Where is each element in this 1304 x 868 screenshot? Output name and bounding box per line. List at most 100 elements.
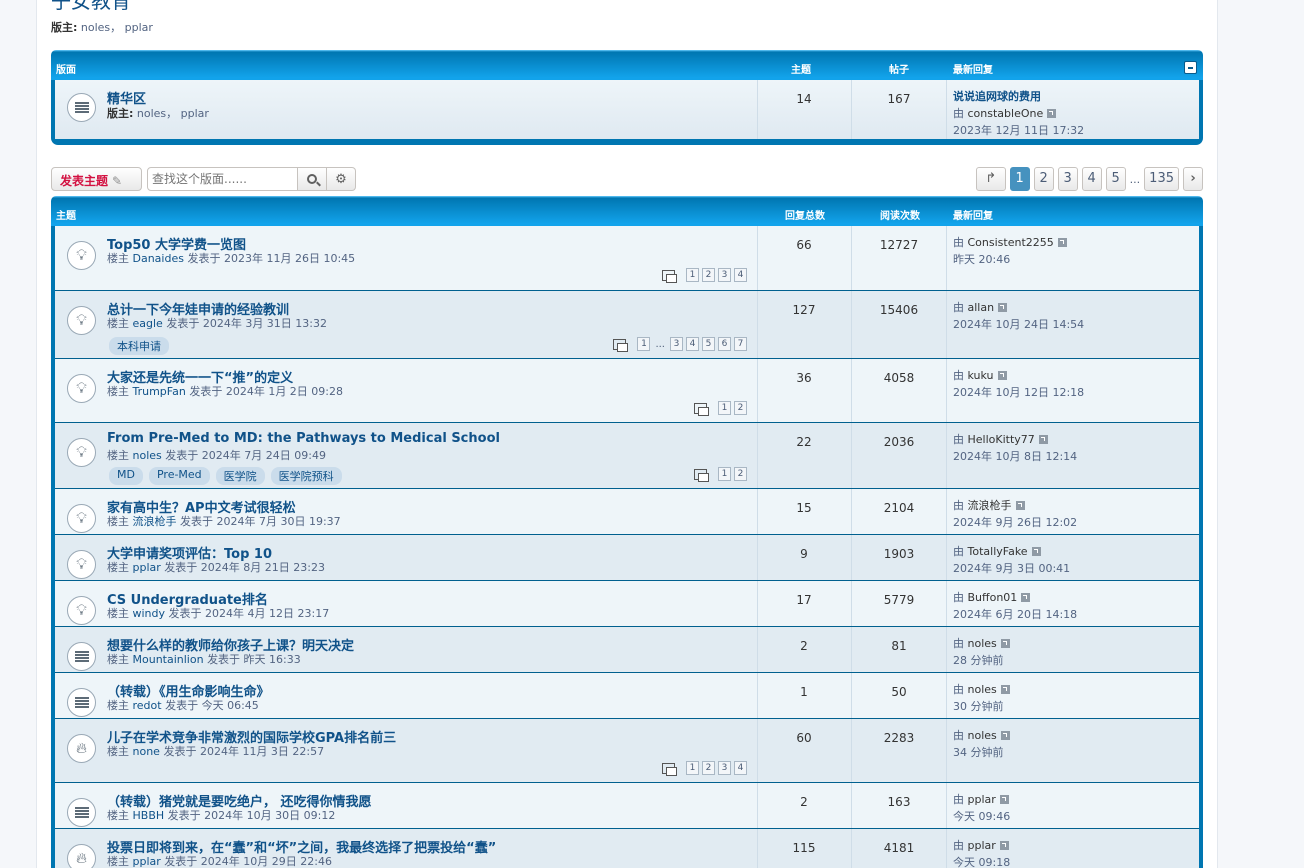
topic-row[interactable]: 💡︎ 家有高中生？AP中文考试很轻松 楼主 流浪枪手 发表于 2024年 7月 30… — [55, 488, 1199, 534]
subforum-last-user[interactable]: constableOne — [968, 107, 1044, 120]
topic-page-link[interactable]: 2 — [734, 401, 747, 415]
topic-title[interactable]: From Pre-Med to MD: the Pathways to Medi… — [107, 431, 500, 446]
page-5[interactable]: 5 — [1105, 167, 1126, 191]
subforum-last-title[interactable]: 说说追网球的费用 — [953, 90, 1041, 103]
topic-row[interactable]: 💡︎ 大学申请奖项评估：Top 10 楼主 pplar 发表于 2024年 8月 2… — [55, 534, 1199, 580]
view-latest-icon[interactable] — [1057, 238, 1067, 247]
topic-row[interactable]: 🔥︎ 投票日即将到来，在“蠢”和“坏”之间，我最终选择了把票投给“蠢” 楼主 ppl… — [55, 828, 1199, 868]
author-prefix: 楼主 — [107, 855, 129, 868]
view-latest-icon[interactable] — [998, 303, 1008, 312]
topic-author[interactable]: HBBH — [133, 809, 165, 822]
topic-page-link[interactable]: 3 — [718, 268, 731, 282]
topic-page-link[interactable]: 1 — [686, 268, 699, 282]
topic-page-link[interactable]: 3 — [670, 337, 683, 351]
search-button[interactable] — [298, 167, 327, 191]
topic-row[interactable]: （转载）《用生命影响生命》 楼主 redot 发表于 今天 06:45 1 50 由 n… — [55, 672, 1199, 718]
gear-icon: ⚙ — [335, 171, 347, 187]
last-post-user[interactable]: noles — [968, 729, 997, 742]
topic-page-ellipsis: ... — [655, 338, 665, 350]
view-latest-icon[interactable] — [1031, 547, 1041, 556]
topic-tag[interactable]: 本科申请 — [109, 337, 169, 355]
topic-page-link[interactable]: 2 — [734, 467, 747, 481]
topic-author[interactable]: Mountainlion — [133, 653, 204, 666]
last-post-user[interactable]: TotallyFake — [968, 545, 1028, 558]
topic-page-link[interactable]: 4 — [686, 337, 699, 351]
topic-row[interactable]: 💡︎ CS Undergraduate排名 楼主 windy 发表于 2024年 4… — [55, 580, 1199, 626]
search-input[interactable] — [147, 167, 298, 191]
view-latest-icon[interactable] — [997, 371, 1007, 380]
last-post-user[interactable]: Buffon01 — [968, 591, 1018, 604]
topic-author[interactable]: noles — [133, 449, 162, 462]
view-latest-icon[interactable] — [1021, 593, 1031, 602]
last-post-time: 2024年 10月 24日 14:54 — [953, 318, 1085, 331]
view-count: 12727 — [879, 238, 919, 252]
last-post-user[interactable]: HelloKitty77 — [968, 433, 1035, 446]
topic-author[interactable]: pplar — [133, 561, 161, 574]
subforum-moderators: 版主: noles， pplar — [107, 105, 209, 121]
topic-author[interactable]: eagle — [133, 317, 163, 330]
last-post-user[interactable]: pplar — [968, 839, 996, 852]
topic-page-link[interactable]: 1 — [637, 337, 651, 351]
topic-page-link[interactable]: 1 — [718, 467, 731, 481]
topic-tag[interactable]: 医学院预科 — [270, 467, 342, 485]
view-latest-icon[interactable] — [1047, 109, 1057, 118]
topic-author[interactable]: windy — [133, 607, 166, 620]
view-latest-icon[interactable] — [1015, 501, 1025, 510]
topic-page-link[interactable]: 7 — [734, 337, 747, 351]
next-page-button[interactable]: › — [1183, 167, 1203, 191]
topic-page-link[interactable]: 4 — [734, 268, 747, 282]
topic-page-link[interactable]: 2 — [702, 268, 715, 282]
topic-row[interactable]: （转载）猪党就是要吃绝户， 还吃得你情我愿 楼主 HBBH 发表于 2024年 1… — [55, 782, 1199, 828]
topic-row[interactable]: 💡︎ From Pre-Med to MD: the Pathways to Me… — [55, 422, 1199, 488]
page-4[interactable]: 4 — [1081, 167, 1102, 191]
page-1[interactable]: 1 — [1009, 167, 1030, 191]
view-latest-icon[interactable] — [999, 841, 1009, 850]
topic-author[interactable]: Danaides — [133, 252, 184, 265]
subforum-row[interactable]: 精华区 版主: noles， pplar 14 167 说说追网球的费用 由 c… — [55, 80, 1199, 139]
topic-author[interactable]: redot — [133, 699, 162, 712]
last-post-user[interactable]: noles — [968, 683, 997, 696]
topic-author[interactable]: TrumpFan — [133, 385, 186, 398]
topic-page-link[interactable]: 1 — [718, 401, 731, 415]
moderators-list[interactable]: noles， pplar — [81, 21, 153, 34]
topic-page-link[interactable]: 1 — [686, 761, 699, 775]
advanced-search-button[interactable]: ⚙ — [327, 167, 356, 191]
last-post-user[interactable]: Consistent2255 — [968, 236, 1054, 249]
view-latest-icon[interactable] — [1038, 435, 1048, 444]
topic-row[interactable]: 🔥︎ 儿子在学术竞争非常激烈的国际学校GPA排名前三 楼主 none 发表于 202… — [55, 718, 1199, 782]
topic-tag[interactable]: MD — [109, 467, 143, 485]
last-post-user[interactable]: 流浪枪手 — [968, 499, 1012, 512]
jump-to-page-button[interactable]: ↱ — [975, 167, 1006, 191]
topic-page-link[interactable]: 3 — [718, 761, 731, 775]
topic-row[interactable]: 💡︎ 大家还是先统一一下“推”的定义 楼主 TrumpFan 发表于 2024年 1… — [55, 358, 1199, 422]
collapse-button[interactable] — [1184, 61, 1197, 74]
view-latest-icon[interactable] — [999, 795, 1009, 804]
topic-author[interactable]: 流浪枪手 — [133, 515, 177, 528]
topic-row[interactable]: 💡︎ 总计一下今年娃申请的经验教训 楼主 eagle 发表于 2024年 3月 31… — [55, 290, 1199, 358]
topic-author[interactable]: pplar — [133, 855, 161, 868]
view-latest-icon[interactable] — [1000, 639, 1010, 648]
topic-author[interactable]: none — [133, 745, 160, 758]
new-topic-button[interactable]: 发表主题 ✎ — [51, 167, 142, 191]
view-latest-icon[interactable] — [1000, 731, 1010, 740]
forum-title[interactable]: 子女教育 — [51, 0, 131, 11]
last-post-user[interactable]: pplar — [968, 793, 996, 806]
page-last[interactable]: 135 — [1144, 167, 1179, 191]
last-post-user[interactable]: allan — [968, 301, 995, 314]
page-2[interactable]: 2 — [1033, 167, 1054, 191]
topic-page-link[interactable]: 5 — [702, 337, 715, 351]
subforum-moderators-list[interactable]: noles， pplar — [137, 107, 209, 120]
topic-tag[interactable]: 医学院 — [215, 467, 265, 485]
topic-tag[interactable]: Pre-Med — [148, 467, 210, 485]
topic-posted: 发表于 2024年 11月 3日 22:57 — [163, 745, 325, 758]
topic-page-link[interactable]: 2 — [702, 761, 715, 775]
view-latest-icon[interactable] — [1000, 685, 1010, 694]
last-post-user[interactable]: kuku — [968, 369, 994, 382]
topic-row[interactable]: 想要什么样的教师给你孩子上课？明天决定 楼主 Mountainlion 发表于 昨… — [55, 626, 1199, 672]
page-3[interactable]: 3 — [1057, 167, 1078, 191]
last-post-user[interactable]: noles — [968, 637, 997, 650]
topic-posted: 发表于 2024年 7月 30日 19:37 — [180, 515, 341, 528]
topic-row[interactable]: 💡︎ Top50 大学学费一览图 楼主 Danaides 发表于 2023年 11月… — [55, 226, 1199, 290]
topic-page-link[interactable]: 4 — [734, 761, 747, 775]
topic-page-link[interactable]: 6 — [718, 337, 731, 351]
